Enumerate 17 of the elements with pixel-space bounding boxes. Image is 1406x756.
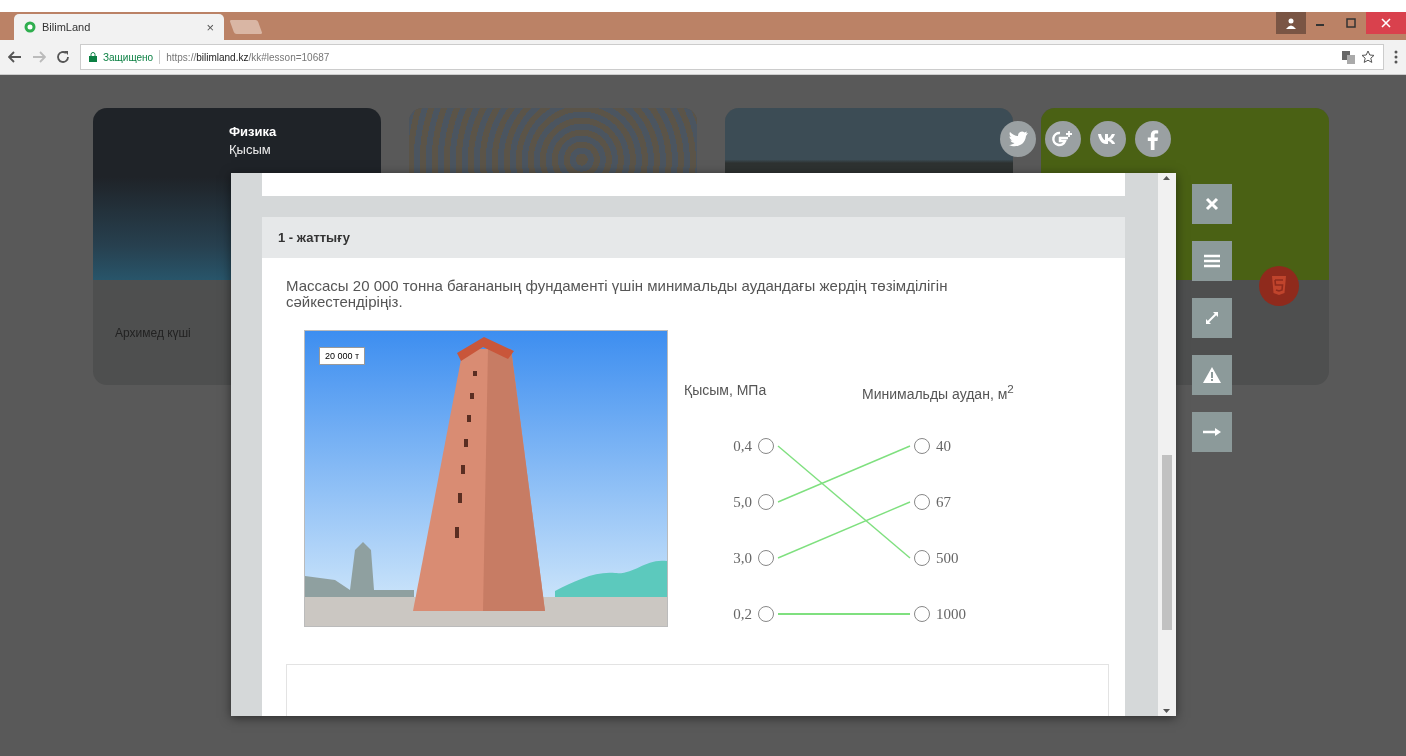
area-value: 40	[936, 437, 951, 455]
pressure-value: 0,2	[733, 605, 752, 623]
pressure-value: 0,4	[733, 437, 752, 455]
pressure-value: 3,0	[733, 549, 752, 567]
pressure-value: 5,0	[733, 493, 752, 511]
area-value: 500	[936, 549, 959, 567]
mass-label: 20 000 т	[319, 347, 366, 365]
secure-label: Защищено	[103, 51, 154, 63]
exercise-title: 1 - жаттығу	[262, 217, 1125, 258]
area-value: 67	[936, 493, 951, 511]
url-text: https://bilimland.kz/kk#lesson=10687	[166, 51, 330, 63]
topic-label: Қысым	[229, 142, 271, 157]
area-header: Минимальды аудан, м$^{2}$	[862, 382, 1014, 402]
area-value: 1000	[936, 605, 966, 623]
question-text: Массасы 20 000 тонна бағананың фундаменті үшін минимальды аудандағы жердің төзімділігін сәйкестендіріңіз.	[286, 278, 949, 310]
pressure-header: Қысым, МПа	[684, 382, 768, 398]
subject-label: Физика	[229, 124, 277, 139]
